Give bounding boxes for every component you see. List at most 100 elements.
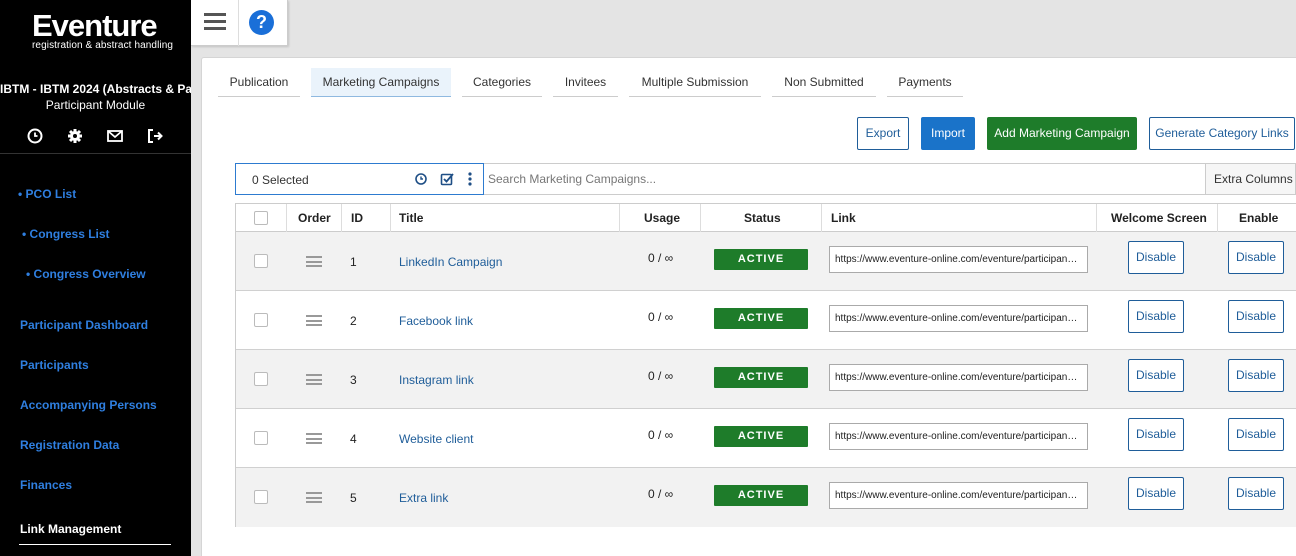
drag-handle-icon[interactable] xyxy=(306,256,322,267)
tab-publication[interactable]: Publication xyxy=(218,68,300,97)
enable-disable-button[interactable]: Disable xyxy=(1228,241,1284,274)
table-header: Order ID Title Usage Status Link Welcome… xyxy=(236,204,1296,232)
header-welcome-screen[interactable]: Welcome Screen xyxy=(1111,204,1207,232)
logout-icon[interactable] xyxy=(145,126,165,146)
toolbar-divider xyxy=(238,0,239,46)
history-icon[interactable] xyxy=(414,172,428,186)
row-title-link[interactable]: Instagram link xyxy=(399,373,474,387)
row-title-link[interactable]: Facebook link xyxy=(399,314,473,328)
welcome-screen-disable-button[interactable]: Disable xyxy=(1128,241,1184,274)
sidebar-item-finances[interactable]: Finances xyxy=(20,478,72,492)
sidebar-item-link-management[interactable]: Link Management xyxy=(20,522,121,536)
check-square-icon[interactable] xyxy=(440,172,454,186)
row-id: 5 xyxy=(350,491,357,505)
sidebar-item-congress-overview[interactable]: • Congress Overview xyxy=(26,267,146,281)
logo-main: Eventure xyxy=(32,8,158,43)
sidebar-item-participant-dashboard[interactable]: Participant Dashboard xyxy=(20,318,148,332)
header-usage[interactable]: Usage xyxy=(644,204,680,232)
row-id: 2 xyxy=(350,314,357,328)
enable-disable-button[interactable]: Disable xyxy=(1228,418,1284,451)
enable-disable-button[interactable]: Disable xyxy=(1228,300,1284,333)
enable-disable-button[interactable]: Disable xyxy=(1228,477,1284,510)
row-checkbox[interactable] xyxy=(254,372,268,386)
column-divider xyxy=(619,204,620,232)
sidebar-item-participants[interactable]: Participants xyxy=(20,358,89,372)
row-usage: 0 / ∞ xyxy=(648,428,674,442)
header-link[interactable]: Link xyxy=(831,204,856,232)
welcome-screen-disable-button[interactable]: Disable xyxy=(1128,418,1184,451)
row-checkbox[interactable] xyxy=(254,490,268,504)
tab-marketing-campaigns[interactable]: Marketing Campaigns xyxy=(311,68,451,97)
tab-payments[interactable]: Payments xyxy=(887,68,963,97)
tab-invitees[interactable]: Invitees xyxy=(553,68,618,97)
header-order[interactable]: Order xyxy=(298,204,331,232)
sidebar-item-registration-data[interactable]: Registration Data xyxy=(20,438,119,452)
menu-icon[interactable] xyxy=(204,13,226,31)
row-usage: 0 / ∞ xyxy=(648,251,674,265)
event-title: IBTM - IBTM 2024 (Abstracts & Par… xyxy=(0,82,191,96)
row-title-link[interactable]: LinkedIn Campaign xyxy=(399,255,502,269)
header-status[interactable]: Status xyxy=(744,204,781,232)
campaign-link-field[interactable]: https://www.eventure-online.com/eventure… xyxy=(829,246,1088,273)
header-title[interactable]: Title xyxy=(399,204,423,232)
drag-handle-icon[interactable] xyxy=(306,315,322,326)
top-toolbar: ? xyxy=(191,0,288,46)
campaign-link-field[interactable]: https://www.eventure-online.com/eventure… xyxy=(829,482,1088,509)
header-id[interactable]: ID xyxy=(351,204,363,232)
active-nav-underline xyxy=(19,544,171,545)
import-button[interactable]: Import xyxy=(921,117,975,150)
extra-columns-button[interactable]: Extra Columns xyxy=(1205,163,1296,195)
row-usage: 0 / ∞ xyxy=(648,487,674,501)
table-row: 3 Instagram link 0 / ∞ ACTIVE https://ww… xyxy=(236,350,1296,409)
table-row: 5 Extra link 0 / ∞ ACTIVE https://www.ev… xyxy=(236,468,1296,527)
drag-handle-icon[interactable] xyxy=(306,433,322,444)
status-badge: ACTIVE xyxy=(714,367,808,388)
row-title-link[interactable]: Website client xyxy=(399,432,473,446)
gear-icon[interactable] xyxy=(65,126,85,146)
sidebar-item-congress-list[interactable]: • Congress List xyxy=(22,227,110,241)
sidebar-item-pco-list[interactable]: • PCO List xyxy=(18,187,76,201)
more-vertical-icon[interactable] xyxy=(466,172,474,186)
column-divider xyxy=(1096,204,1097,232)
add-marketing-campaign-button[interactable]: Add Marketing Campaign xyxy=(987,117,1137,150)
column-divider xyxy=(286,204,287,232)
select-all-checkbox[interactable] xyxy=(254,211,268,225)
table-row: 1 LinkedIn Campaign 0 / ∞ ACTIVE https:/… xyxy=(236,232,1296,291)
mail-icon[interactable] xyxy=(105,126,125,146)
help-icon[interactable]: ? xyxy=(249,10,274,35)
welcome-screen-disable-button[interactable]: Disable xyxy=(1128,359,1184,392)
search-input[interactable]: Search Marketing Campaigns... xyxy=(484,163,1206,195)
export-button[interactable]: Export xyxy=(857,117,909,150)
header-enable[interactable]: Enable xyxy=(1239,204,1278,232)
drag-handle-icon[interactable] xyxy=(306,492,322,503)
column-divider xyxy=(341,204,342,232)
logo-tagline: registration & abstract handling xyxy=(32,40,174,51)
campaign-link-field[interactable]: https://www.eventure-online.com/eventure… xyxy=(829,364,1088,391)
tab-multiple-submission[interactable]: Multiple Submission xyxy=(629,68,761,97)
row-usage: 0 / ∞ xyxy=(648,369,674,383)
campaign-link-field[interactable]: https://www.eventure-online.com/eventure… xyxy=(829,423,1088,450)
column-divider xyxy=(390,204,391,232)
row-usage: 0 / ∞ xyxy=(648,310,674,324)
sidebar-item-accompanying-persons[interactable]: Accompanying Persons xyxy=(20,398,157,412)
selection-toolbar: 0 Selected xyxy=(235,163,484,195)
campaign-link-field[interactable]: https://www.eventure-online.com/eventure… xyxy=(829,305,1088,332)
clock-icon[interactable] xyxy=(25,126,45,146)
column-divider xyxy=(1217,204,1218,232)
row-checkbox[interactable] xyxy=(254,254,268,268)
table-row: 2 Facebook link 0 / ∞ ACTIVE https://www… xyxy=(236,291,1296,350)
drag-handle-icon[interactable] xyxy=(306,374,322,385)
generate-category-links-button[interactable]: Generate Category Links xyxy=(1149,117,1295,150)
welcome-screen-disable-button[interactable]: Disable xyxy=(1128,300,1184,333)
campaigns-table: Order ID Title Usage Status Link Welcome… xyxy=(235,203,1296,527)
enable-disable-button[interactable]: Disable xyxy=(1228,359,1284,392)
row-title-link[interactable]: Extra link xyxy=(399,491,448,505)
tab-non-submitted[interactable]: Non Submitted xyxy=(772,68,876,97)
welcome-screen-disable-button[interactable]: Disable xyxy=(1128,477,1184,510)
row-checkbox[interactable] xyxy=(254,313,268,327)
column-divider xyxy=(700,204,701,232)
status-badge: ACTIVE xyxy=(714,308,808,329)
module-title: Participant Module xyxy=(45,98,146,112)
row-checkbox[interactable] xyxy=(254,431,268,445)
tab-categories[interactable]: Categories xyxy=(462,68,542,97)
